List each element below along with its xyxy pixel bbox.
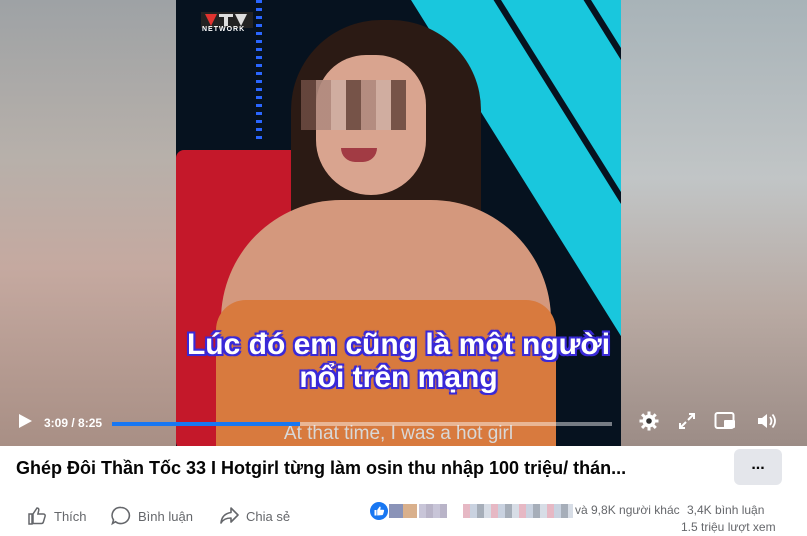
share-icon [220,507,239,524]
settings-icon[interactable] [639,411,659,431]
avatar [419,504,447,518]
reactions-text[interactable]: và 9,8K người khác [575,503,680,517]
video-title[interactable]: Ghép Đôi Thần Tốc 33 I Hotgirl từng làm … [16,458,626,479]
video-blur-right [621,0,807,446]
comments-count[interactable]: 3,4K bình luận [687,503,764,517]
share-button[interactable]: Chia sẻ [218,503,290,529]
led-dots [256,0,262,140]
avatar [403,504,417,518]
views-count: 1.5 triệu lượt xem [681,520,776,534]
comment-label: Bình luận [138,508,193,524]
fullscreen-icon[interactable] [678,412,696,430]
play-icon[interactable] [16,412,34,430]
thumbs-up-reaction-icon [374,506,385,516]
video-blur-left [0,0,176,446]
video-frame: NETWORK Lúc đó em cũng là một người nổi … [176,0,621,446]
video-controls: 3:09 / 8:25 [0,396,807,446]
time-display: 3:09 / 8:25 [44,416,103,430]
comment-icon [111,506,131,526]
caption-line-1: Lúc đó em cũng là một người [186,328,611,361]
avatar [389,504,403,518]
more-options-icon: ... [751,456,765,473]
progress-fill [112,422,300,426]
face-pixelation [301,80,406,130]
share-label: Chia sẻ [246,508,291,524]
more-options-button[interactable]: ... [734,449,782,485]
post-title-row: Ghép Đôi Thần Tốc 33 I Hotgirl từng làm … [0,446,807,491]
progress-bar[interactable] [112,422,612,426]
avatar [463,504,573,518]
volume-icon[interactable] [756,411,778,431]
like-label: Thích [54,508,87,524]
like-button[interactable]: Thích [26,503,87,529]
comment-button[interactable]: Bình luận [110,503,193,529]
pip-icon[interactable] [714,411,736,431]
thumbs-up-icon [28,507,46,525]
video-player[interactable]: NETWORK Lúc đó em cũng là một người nổi … [0,0,807,446]
like-reaction-icon[interactable] [369,501,389,521]
caption-line-2: nổi trên mạng [299,361,498,394]
logo-network-text: NETWORK [202,26,246,33]
